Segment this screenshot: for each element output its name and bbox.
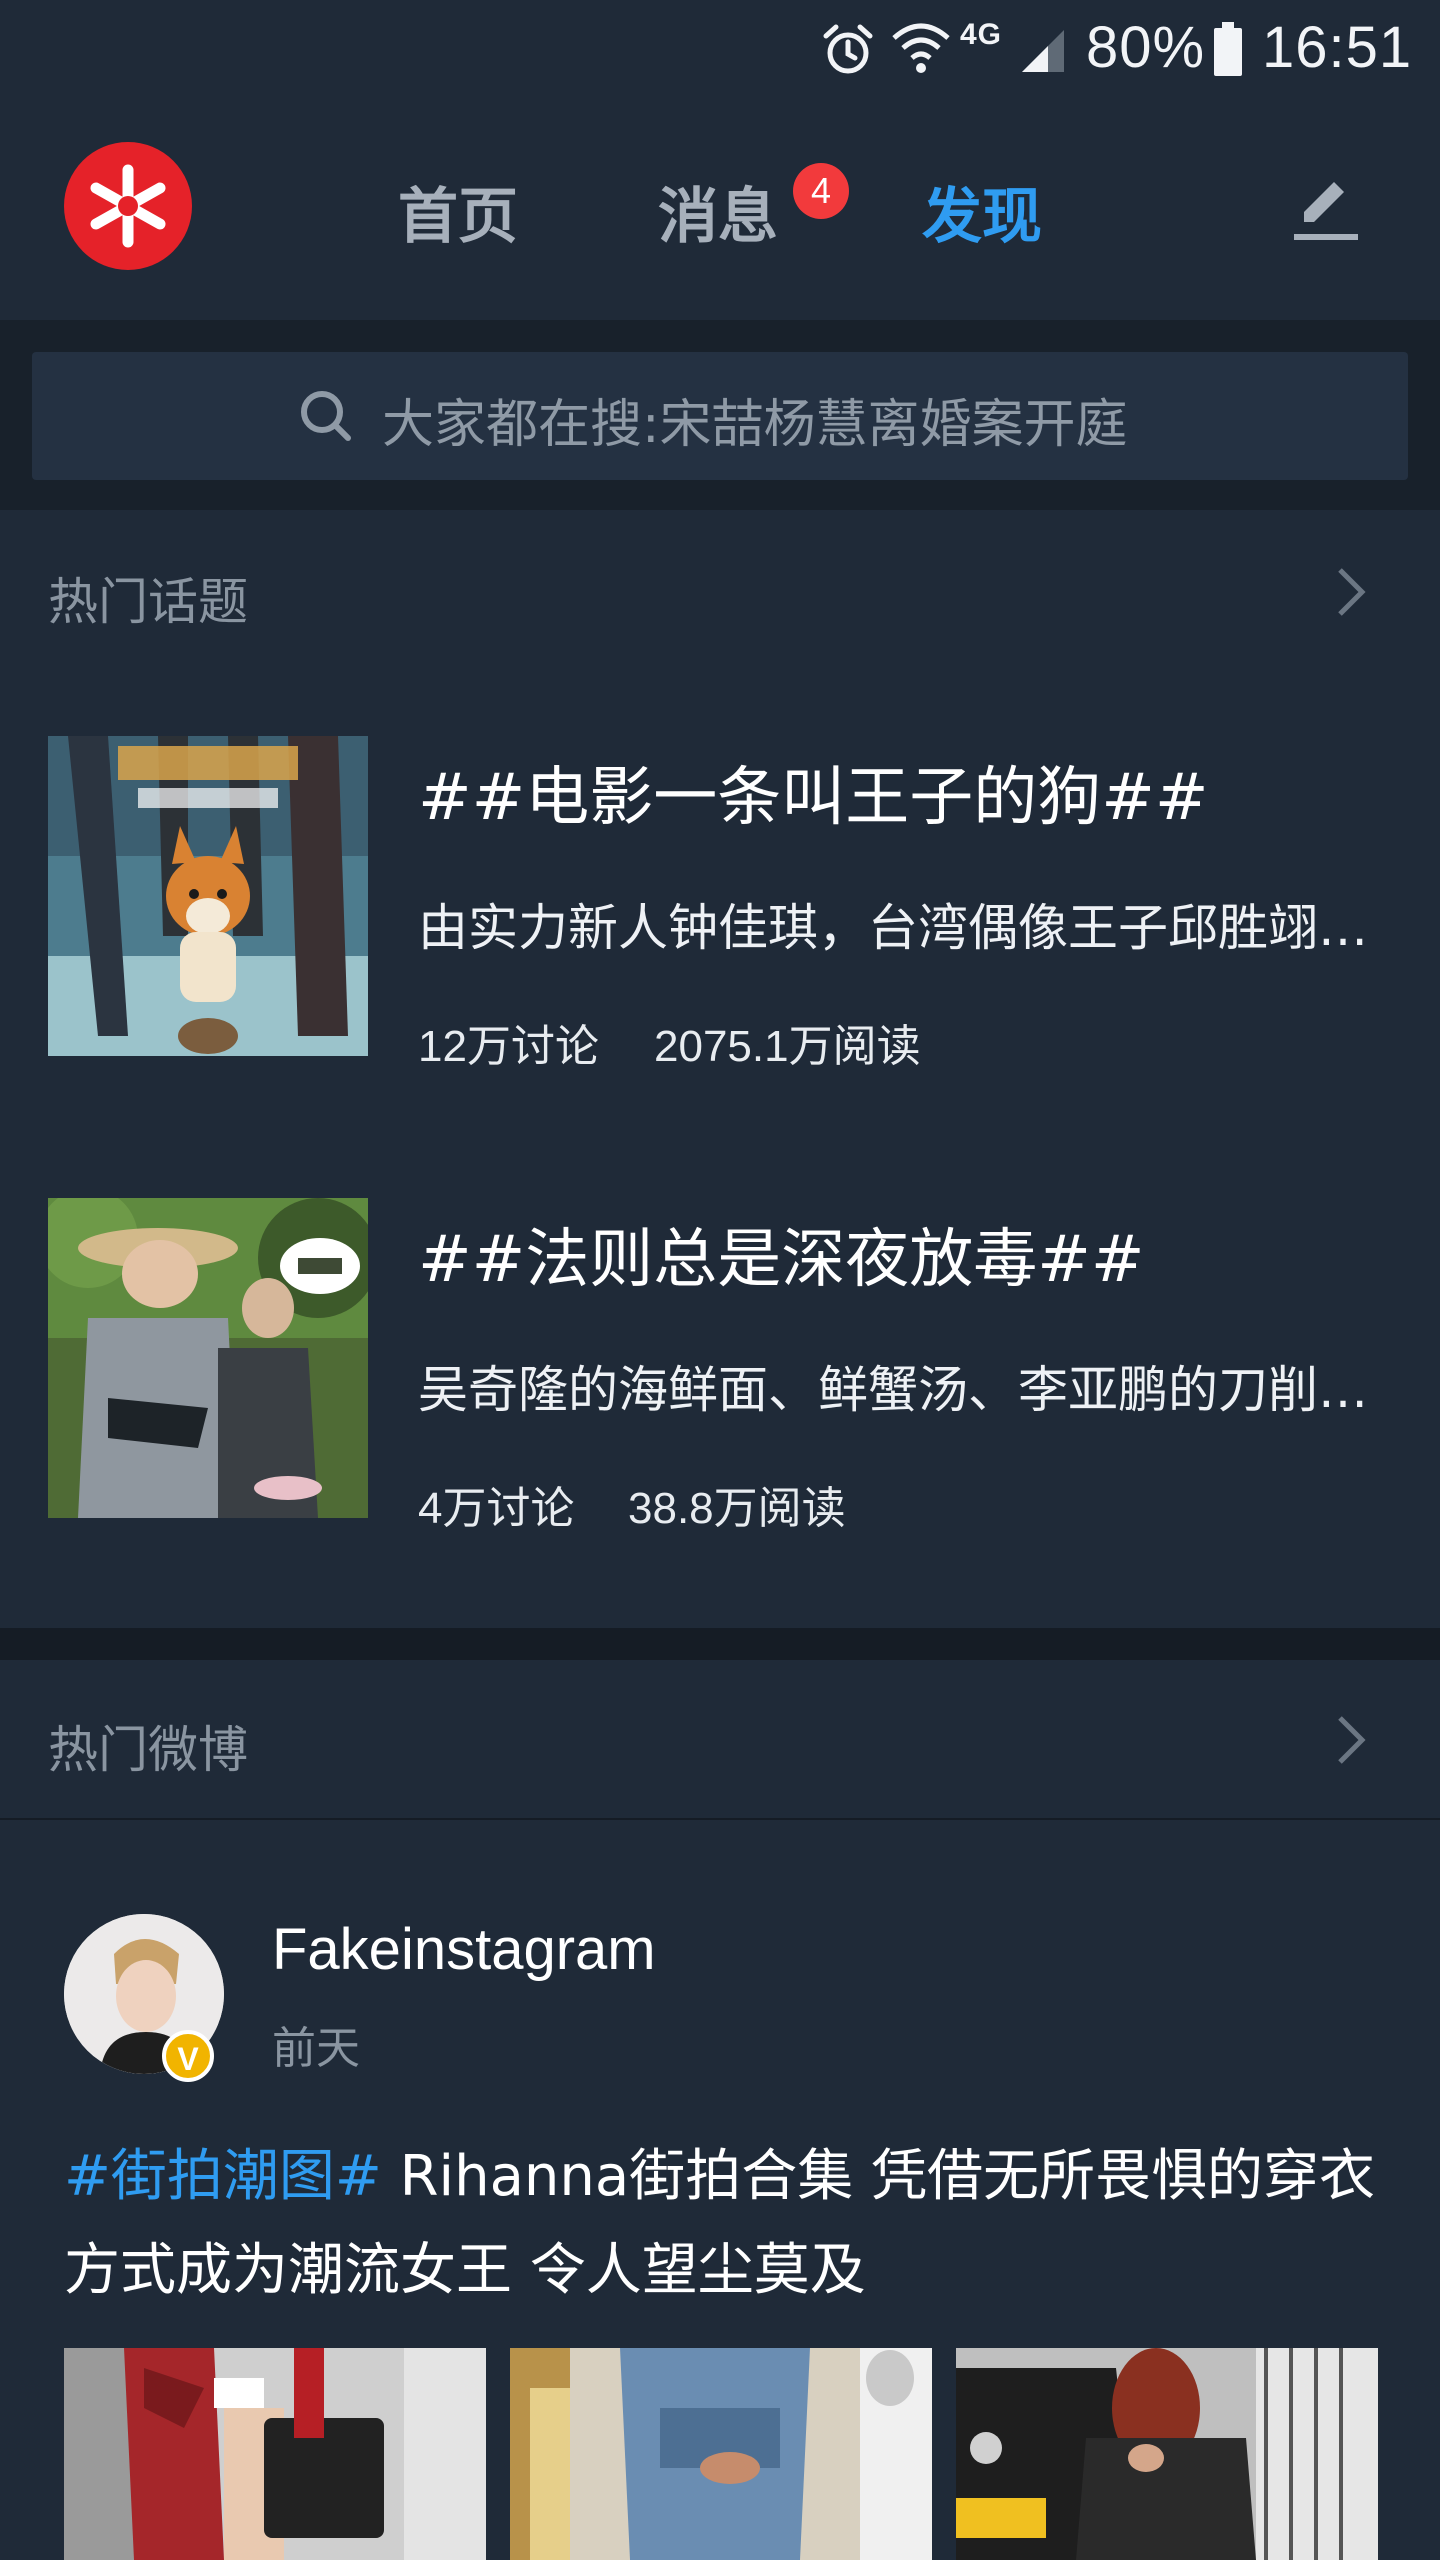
clock: 16:51 [1262,15,1413,80]
weibo-logo-icon[interactable] [64,142,192,270]
battery-icon [1214,22,1242,76]
hot-topics-title: 热门话题 [48,573,248,631]
network-type: 4G [960,18,1003,51]
section-divider [0,1628,1440,1660]
topic-thumbnail[interactable] [48,736,368,1056]
messages-badge: 4 [793,163,849,219]
topic-title[interactable]: ##法则总是深夜放毒## [418,1208,1145,1300]
post-username[interactable]: Fakeinstagram [272,1916,656,1983]
post-hashtag[interactable]: #街拍潮图# [64,2144,382,2209]
post-text: #街拍潮图# Rihanna街拍合集 凭借无所畏惧的穿衣方式成为潮流女王 令人望… [64,2130,1384,2318]
tab-home[interactable]: 首页 [398,168,518,255]
alarm-icon [823,24,873,74]
post-image[interactable] [956,2348,1378,2560]
tab-discover[interactable]: 发现 [922,168,1042,255]
topic-description: 吴奇隆的海鲜面、鲜蟹汤、李亚鹏的刀削… [418,1361,1368,1419]
status-bar: 4G 80% 16:51 [0,0,1440,100]
post-time: 前天 [272,2023,360,2074]
section-divider [0,1818,1440,1820]
tab-messages[interactable]: 消息 [658,168,778,255]
hot-weibo-title: 热门微博 [48,1721,248,1779]
topic-reads: 2075.1万阅读 [654,1022,921,1071]
chevron-right-icon[interactable] [1330,564,1370,620]
search-icon [301,391,351,441]
topic-discussions: 4万讨论 [418,1484,575,1533]
wifi-icon [892,23,950,73]
edit-pencil-icon[interactable] [1290,172,1362,244]
topic-description: 由实力新人钟佳琪，台湾偶像王子邱胜翊… [418,899,1368,957]
verified-badge: V [162,2030,214,2082]
topic-title[interactable]: ##电影一条叫王子的狗## [418,746,1209,838]
topic-reads: 38.8万阅读 [628,1484,846,1533]
chevron-right-icon[interactable] [1330,1712,1370,1768]
topic-thumbnail[interactable] [48,1198,368,1518]
post-image[interactable] [510,2348,932,2560]
post-image[interactable] [64,2348,486,2560]
cellular-signal-icon [1022,30,1064,72]
topic-discussions: 12万讨论 [418,1022,599,1071]
search-placeholder: 大家都在搜:宋喆杨慧离婚案开庭 [382,395,1128,455]
battery-percent: 80% [1086,15,1206,80]
